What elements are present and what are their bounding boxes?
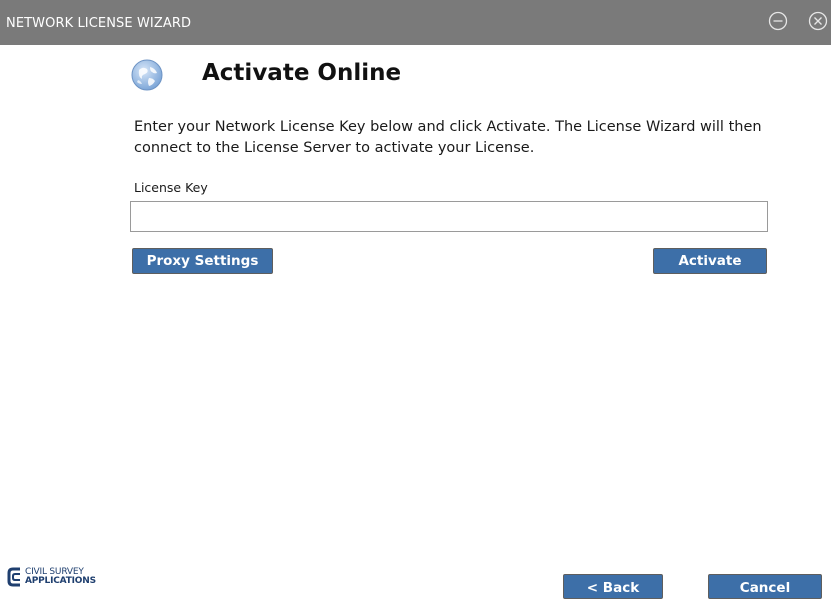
activate-button[interactable]: Activate (653, 248, 767, 274)
civil-survey-logo: CIVIL SURVEY APPLICATIONS (7, 565, 117, 589)
logo-mark-icon (7, 566, 23, 588)
window-title: NETWORK LICENSE WIZARD (6, 16, 192, 31)
proxy-settings-button[interactable]: Proxy Settings (132, 248, 273, 274)
license-key-input[interactable] (130, 201, 768, 232)
minimize-circle-icon[interactable] (768, 11, 788, 31)
globe-icon (130, 58, 164, 92)
back-button[interactable]: < Back (563, 574, 663, 599)
license-key-label: License Key (134, 180, 208, 195)
instructions-text: Enter your Network License Key below and… (134, 119, 762, 156)
license-wizard-window: NETWORK LICENSE WIZARD Activate Online E… (0, 0, 831, 599)
cancel-button[interactable]: Cancel (708, 574, 822, 599)
page-title: Activate Online (202, 60, 402, 86)
close-circle-icon[interactable] (808, 11, 828, 31)
logo-text-line2: APPLICATIONS (25, 576, 96, 586)
title-bar[interactable]: NETWORK LICENSE WIZARD (0, 0, 831, 45)
